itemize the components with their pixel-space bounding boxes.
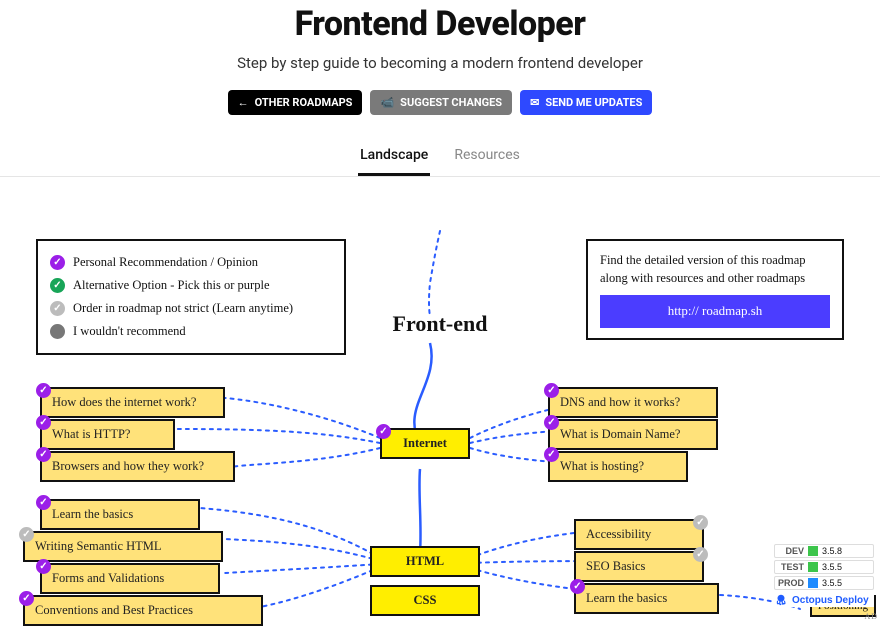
check-icon: ✓	[50, 278, 65, 293]
other-roadmaps-button[interactable]: ←OTHER ROADMAPS	[228, 90, 363, 115]
roadmap-canvas: ✓ Personal Recommendation / Opinion ✓ Alte…	[0, 183, 880, 623]
legend-purple: Personal Recommendation / Opinion	[73, 255, 258, 270]
check-icon: ✓	[376, 424, 391, 439]
node-conventions[interactable]: ✓Conventions and Best Practices	[23, 595, 263, 626]
tab-landscape[interactable]: Landscape	[358, 139, 430, 176]
check-icon: ✓	[50, 255, 65, 270]
node-domain[interactable]: ✓What is Domain Name?	[548, 419, 718, 450]
promo-text: Find the detailed version of this roadma…	[600, 251, 830, 287]
suggest-changes-button[interactable]: 📹SUGGEST CHANGES	[370, 90, 512, 115]
roadmap-title: Front-end	[393, 311, 488, 337]
video-icon: 📹	[380, 96, 394, 109]
promo-link-button[interactable]: http:// roadmap.sh	[600, 295, 830, 328]
legend-green: Alternative Option - Pick this or purple	[73, 278, 270, 293]
tab-resources[interactable]: Resources	[452, 139, 522, 176]
node-css-basics[interactable]: ✓Learn the basics	[574, 583, 719, 614]
tabs: Landscape Resources	[0, 139, 880, 177]
legend-gray: Order in roadmap not strict (Learn anyti…	[73, 301, 293, 316]
node-forms[interactable]: ✓Forms and Validations	[40, 563, 220, 594]
node-accessibility[interactable]: ✓Accessibility	[574, 519, 704, 550]
octopus-icon	[774, 593, 788, 607]
node-hosting[interactable]: ✓What is hosting?	[548, 451, 688, 482]
promo-box: Find the detailed version of this roadma…	[586, 239, 844, 340]
arrow-left-icon: ←	[238, 96, 249, 109]
dot-icon	[50, 324, 65, 339]
node-browsers[interactable]: ✓Browsers and how they work?	[40, 451, 235, 482]
node-css[interactable]: CSS	[370, 585, 480, 616]
node-how-internet[interactable]: ✓How does the internet work?	[40, 387, 225, 418]
ad-label: AD	[864, 612, 878, 621]
node-internet[interactable]: ✓Internet	[380, 428, 470, 459]
ad-widget[interactable]: DEV3.5.8 TEST3.5.5 PROD3.5.5 Octopus Dep…	[774, 542, 874, 607]
node-learn-basics[interactable]: ✓Learn the basics	[40, 499, 200, 530]
node-what-http[interactable]: ✓What is HTTP?	[40, 419, 175, 450]
node-semantic[interactable]: ✓Writing Semantic HTML	[23, 531, 223, 562]
node-html[interactable]: HTML	[370, 546, 480, 577]
check-icon: ✓	[50, 301, 65, 316]
page-subtitle: Step by step guide to becoming a modern …	[0, 54, 880, 72]
legend-box: ✓ Personal Recommendation / Opinion ✓ Alte…	[36, 239, 346, 355]
send-updates-button[interactable]: ✉SEND ME UPDATES	[520, 90, 652, 115]
page-title: Frontend Developer	[0, 4, 880, 44]
node-dns[interactable]: ✓DNS and how it works?	[548, 387, 718, 418]
node-seo[interactable]: ✓SEO Basics	[574, 551, 704, 582]
legend-dark: I wouldn't recommend	[73, 324, 186, 339]
mail-icon: ✉	[530, 96, 539, 109]
